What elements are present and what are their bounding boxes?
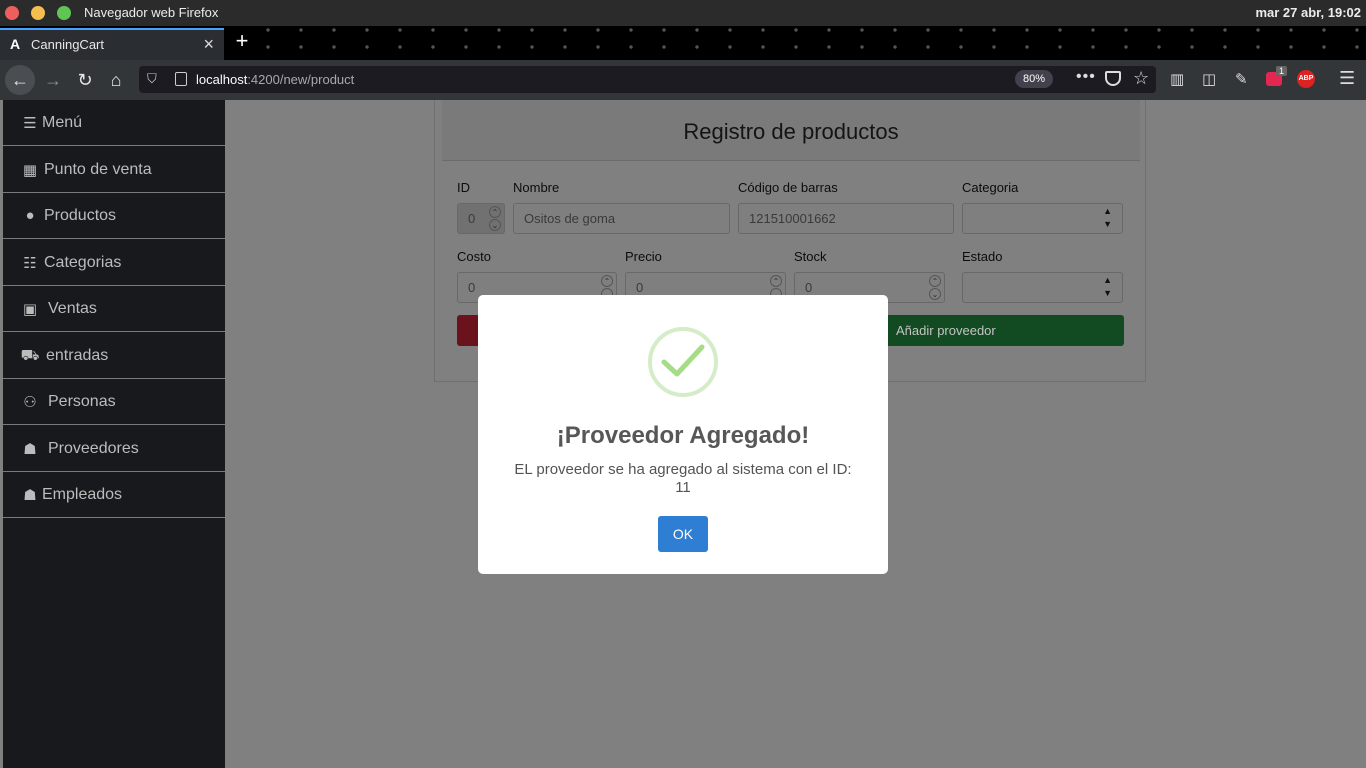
sidebar-item-label: Menú <box>42 114 83 131</box>
browser-menu-icon[interactable]: ☰ <box>1339 68 1355 89</box>
extension-badge: 1 <box>1276 66 1288 76</box>
url-text[interactable]: localhost:4200/new/product <box>196 72 354 87</box>
precio-label: Precio <box>625 249 662 264</box>
add-supplier-label: Añadir proveedor <box>896 323 996 338</box>
nombre-field[interactable]: Ositos de goma <box>513 203 730 234</box>
money-bill-icon: ▣ <box>22 301 38 318</box>
success-dialog: ¡Proveedor Agregado! EL proveedor se ha … <box>478 295 888 574</box>
categoria-select[interactable]: ▲ ▼ <box>962 203 1123 234</box>
id-value: 0 <box>468 211 476 226</box>
sidebar: ☰ Menú ▦ Punto de venta ● Productos ☷ Ca… <box>3 100 225 768</box>
sidebar-item-personas[interactable]: ⚇ Personas <box>3 379 225 425</box>
stock-spinner[interactable]: ⌃ ⌄ <box>929 275 941 300</box>
zoom-indicator[interactable]: 80% <box>1015 70 1053 88</box>
sidebar-item-empleados[interactable]: ☗ Empleados <box>3 472 225 518</box>
bars-icon: ☰ <box>23 115 37 132</box>
cart-icon: ⛟ <box>20 347 40 364</box>
angular-icon: A <box>10 36 21 52</box>
reload-button[interactable]: ↻ <box>70 65 100 95</box>
categoria-label: Categoria <box>962 180 1019 195</box>
new-tab-button[interactable]: + <box>232 28 252 56</box>
user-truck-icon: ☗ <box>23 441 37 458</box>
stock-value: 0 <box>805 280 813 295</box>
sidebar-item-label: Productos <box>44 207 117 224</box>
tab-strip: A CanningCart × + <box>0 26 1366 60</box>
pocket-icon[interactable] <box>1105 71 1121 86</box>
estado-select[interactable]: ▲ ▼ <box>962 272 1123 303</box>
forward-button[interactable]: → <box>38 65 68 95</box>
codigo-label: Código de barras <box>738 180 838 195</box>
page-info-icon[interactable] <box>175 72 187 86</box>
eraser-icon[interactable]: ✎ <box>1235 70 1248 88</box>
card-header: Registro de productos <box>442 100 1140 161</box>
success-check-icon <box>648 327 718 397</box>
cash-register-icon: ▦ <box>22 162 38 179</box>
add-supplier-button[interactable]: ✔ Añadir proveedor <box>863 315 1124 346</box>
window-title: Navegador web Firefox <box>84 5 219 20</box>
url-host: localhost <box>196 72 248 87</box>
page-actions-icon[interactable]: ••• <box>1076 68 1096 86</box>
costo-label: Costo <box>457 249 491 264</box>
precio-value: 0 <box>636 280 644 295</box>
ok-button[interactable]: OK <box>658 516 708 552</box>
tab-title: CanningCart <box>31 37 104 52</box>
list-icon: ☷ <box>23 255 37 272</box>
sidebar-item-categorias[interactable]: ☷ Categorias <box>3 240 225 286</box>
bookmark-star-icon[interactable]: ☆ <box>1133 68 1149 89</box>
page-title: Registro de productos <box>683 119 899 144</box>
dialog-id-value: 11 <box>675 479 691 496</box>
sidebar-item-punto-de-venta[interactable]: ▦ Punto de venta <box>3 147 225 193</box>
library-icon[interactable]: ▥ <box>1170 70 1184 88</box>
browser-tab[interactable]: A CanningCart × <box>0 28 224 60</box>
stock-label: Stock <box>794 249 827 264</box>
id-field: 0 ⌃ ⌄ <box>457 203 505 234</box>
home-button[interactable]: ⌂ <box>101 65 131 95</box>
sidebar-item-menu[interactable]: ☰ Menú <box>3 100 225 146</box>
close-window-button[interactable] <box>5 6 19 20</box>
select-arrow-icon: ▲ ▼ <box>1103 275 1112 298</box>
os-title-bar: Navegador web Firefox mar 27 abr, 19:02 <box>0 0 1366 26</box>
sidebar-item-label: Empleados <box>42 486 123 503</box>
cookie-icon: ● <box>25 207 35 224</box>
sidebar-item-label: Punto de venta <box>44 161 152 178</box>
sidebar-item-productos[interactable]: ● Productos <box>3 193 225 239</box>
id-spinner: ⌃ ⌄ <box>489 206 501 231</box>
sidebar-item-label: entradas <box>46 347 109 364</box>
sidebar-item-label: Proveedores <box>48 440 139 457</box>
users-icon: ⚇ <box>23 394 37 411</box>
tracking-protection-icon[interactable]: ⛉ <box>147 71 161 87</box>
codigo-barras-field[interactable]: 121510001662 <box>738 203 954 234</box>
nombre-label: Nombre <box>513 180 560 195</box>
maximize-window-button[interactable] <box>57 6 71 20</box>
adblock-plus-icon[interactable]: ABP <box>1297 70 1315 88</box>
navigation-bar: ← → ↻ ⌂ ⛉ localhost:4200/new/product 80%… <box>0 60 1366 100</box>
sidebar-item-label: Ventas <box>48 300 97 317</box>
sidebar-item-label: Personas <box>48 393 116 410</box>
sidebar-item-label: Categorias <box>44 254 122 271</box>
sidebar-item-entradas[interactable]: ⛟ entradas <box>3 333 225 379</box>
sidebar-toggle-icon[interactable]: ◫ <box>1202 70 1216 88</box>
estado-label: Estado <box>962 249 1003 264</box>
dialog-message: EL proveedor se ha agregado al sistema c… <box>508 461 858 497</box>
system-clock: mar 27 abr, 19:02 <box>1255 5 1361 20</box>
back-button[interactable]: ← <box>5 65 35 95</box>
dialog-message-text: EL proveedor se ha agregado al sistema c… <box>514 461 852 478</box>
page-content: ☰ Menú ▦ Punto de venta ● Productos ☷ Ca… <box>0 100 1366 768</box>
dialog-title: ¡Proveedor Agregado! <box>556 422 810 449</box>
sidebar-item-ventas[interactable]: ▣ Ventas <box>3 286 225 332</box>
select-arrow-icon: ▲ ▼ <box>1103 206 1112 229</box>
url-bar[interactable]: ⛉ localhost:4200/new/product 80% ••• ☆ <box>139 66 1156 93</box>
sidebar-item-proveedores[interactable]: ☗ Proveedores <box>3 426 225 472</box>
id-label: ID <box>457 180 470 195</box>
costo-value: 0 <box>468 280 476 295</box>
minimize-window-button[interactable] <box>31 6 45 20</box>
close-tab-icon[interactable]: × <box>203 34 214 55</box>
url-path: :4200/new/product <box>247 72 355 87</box>
user-tie-icon: ☗ <box>23 487 37 504</box>
